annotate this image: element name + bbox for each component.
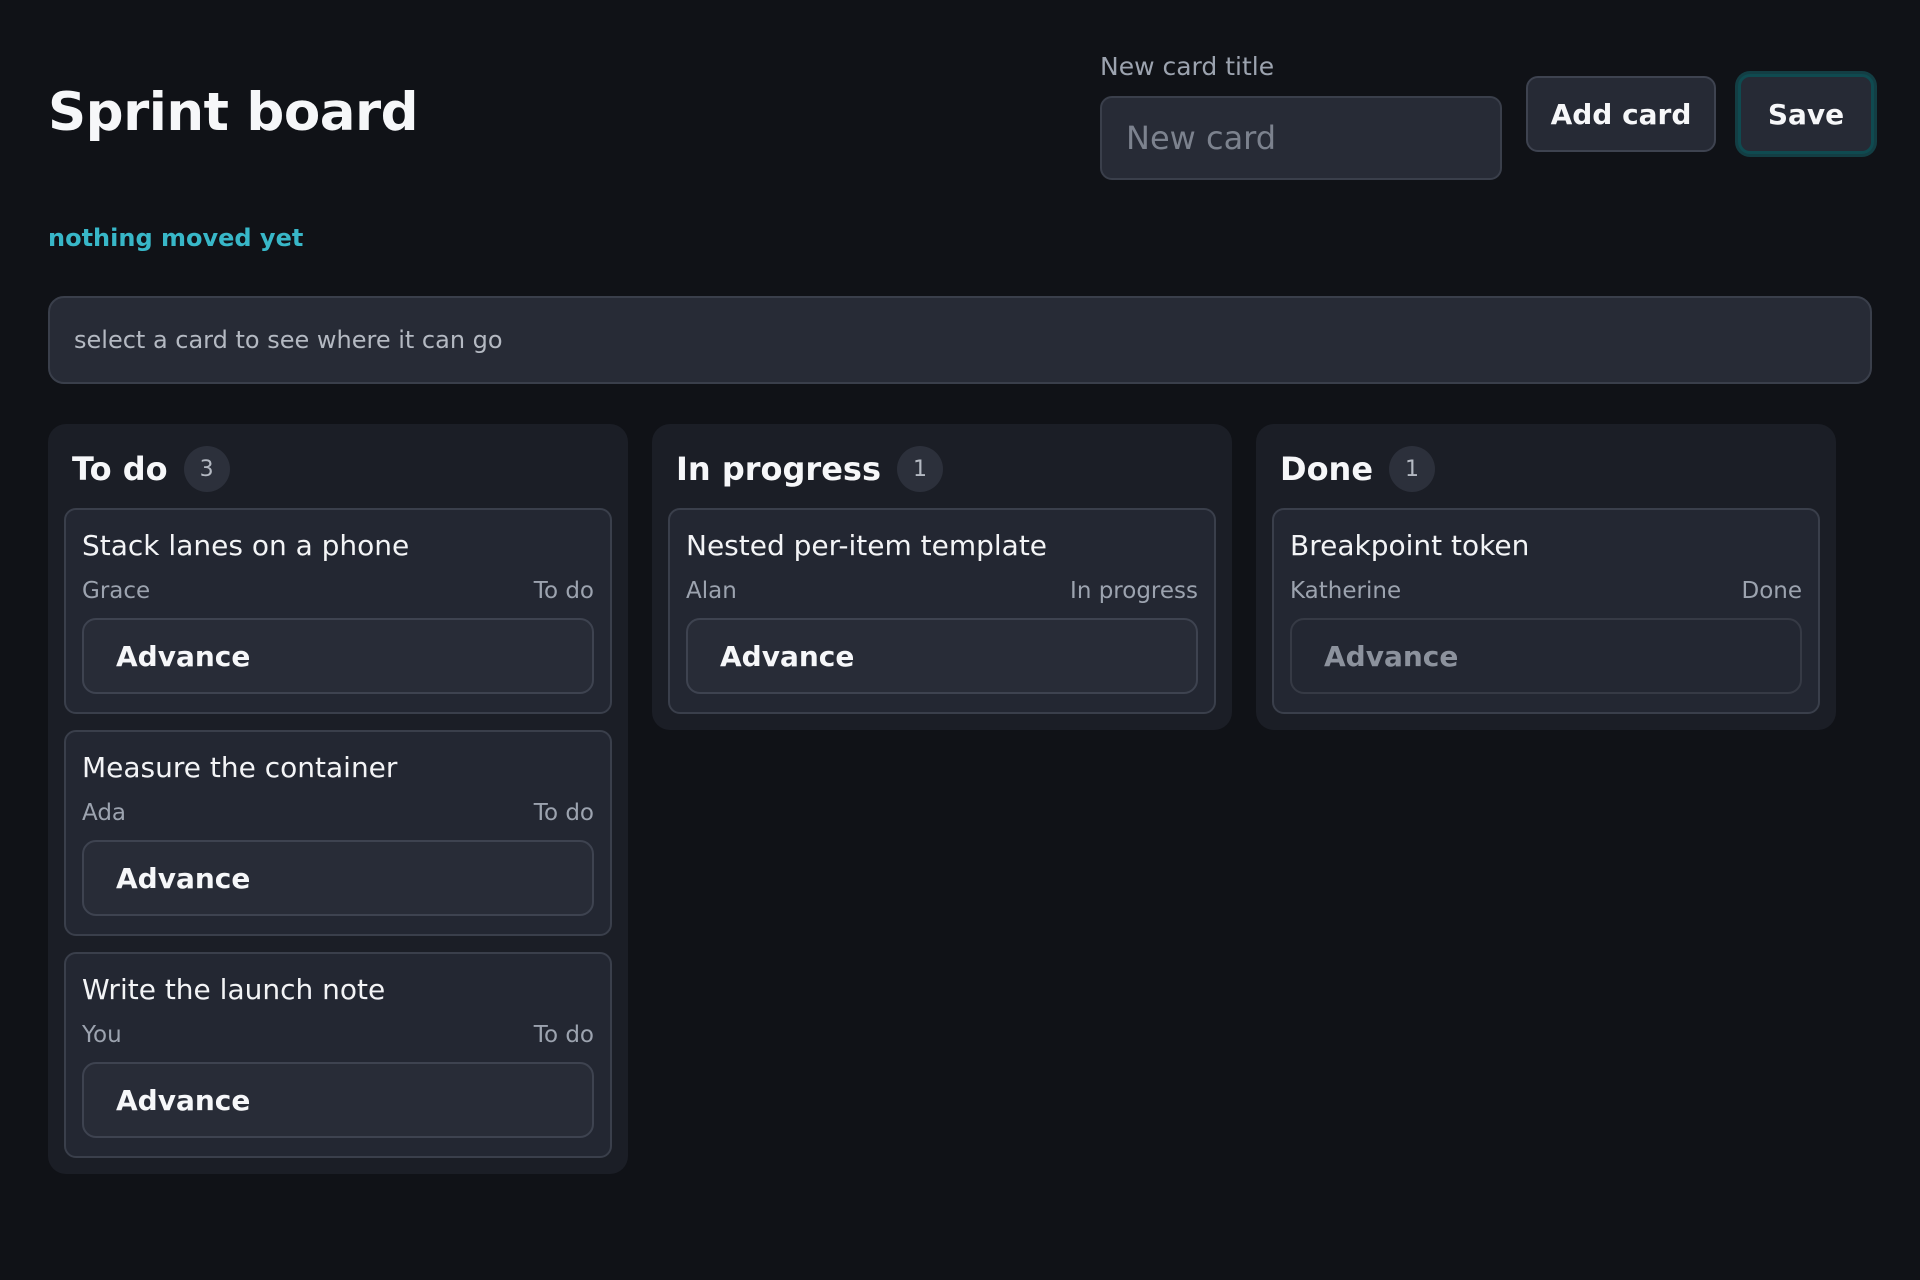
card-assignee: You [82,1022,122,1048]
card[interactable]: Stack lanes on a phone Grace To do Advan… [64,508,612,714]
move-hint-text: select a card to see where it can go [74,326,503,354]
card-title: Write the launch note [82,973,386,1006]
lane-title: To do [72,450,168,488]
advance-button: Advance [1290,618,1802,694]
card-meta: Ada To do [82,798,594,828]
lane-header: In progress 1 [668,442,1216,496]
card-status: To do [533,578,594,604]
card-meta: You To do [82,1020,594,1050]
move-hint-panel: select a card to see where it can go [48,296,1872,384]
page-title: Sprint board [48,82,419,143]
card-meta: Grace To do [82,576,594,606]
card-title: Nested per-item template [686,529,1048,562]
new-card-title-label: New card title [1100,52,1275,81]
lane-count-badge: 3 [183,446,230,492]
card-title: Stack lanes on a phone [82,529,410,562]
lane-title: In progress [676,450,881,488]
card[interactable]: Nested per-item template Alan In progres… [668,508,1216,714]
move-status-text: nothing moved yet [48,224,304,252]
lane-count-badge: 1 [896,446,943,492]
save-button[interactable]: Save [1738,74,1874,154]
add-card-button[interactable]: Add card [1526,76,1716,152]
card-title: Measure the container [82,751,398,784]
lane-count-badge: 1 [1389,446,1436,492]
lane-header: To do 3 [64,442,612,496]
lane-header: Done 1 [1272,442,1820,496]
card-assignee: Katherine [1290,578,1402,604]
lane-in-progress: In progress 1 Nested per-item template A… [652,424,1232,730]
card[interactable]: Write the launch note You To do Advance [64,952,612,1158]
lane-title: Done [1280,450,1374,488]
card-meta: Katherine Done [1290,576,1802,606]
advance-button[interactable]: Advance [82,618,594,694]
card-assignee: Grace [82,578,151,604]
new-card-title-input[interactable] [1100,96,1502,180]
card[interactable]: Breakpoint token Katherine Done Advance [1272,508,1820,714]
advance-button[interactable]: Advance [82,1062,594,1138]
lane-to-do: To do 3 Stack lanes on a phone Grace To … [48,424,628,1174]
card-status: Done [1741,578,1802,604]
card-status: To do [533,800,594,826]
card-status: In progress [1070,578,1198,604]
advance-button[interactable]: Advance [82,840,594,916]
card-title: Breakpoint token [1290,529,1530,562]
advance-button[interactable]: Advance [686,618,1198,694]
card-assignee: Alan [686,578,737,604]
card-status: To do [533,1022,594,1048]
card-assignee: Ada [82,800,127,826]
card-meta: Alan In progress [686,576,1198,606]
lane-done: Done 1 Breakpoint token Katherine Done A… [1256,424,1836,730]
card[interactable]: Measure the container Ada To do Advance [64,730,612,936]
